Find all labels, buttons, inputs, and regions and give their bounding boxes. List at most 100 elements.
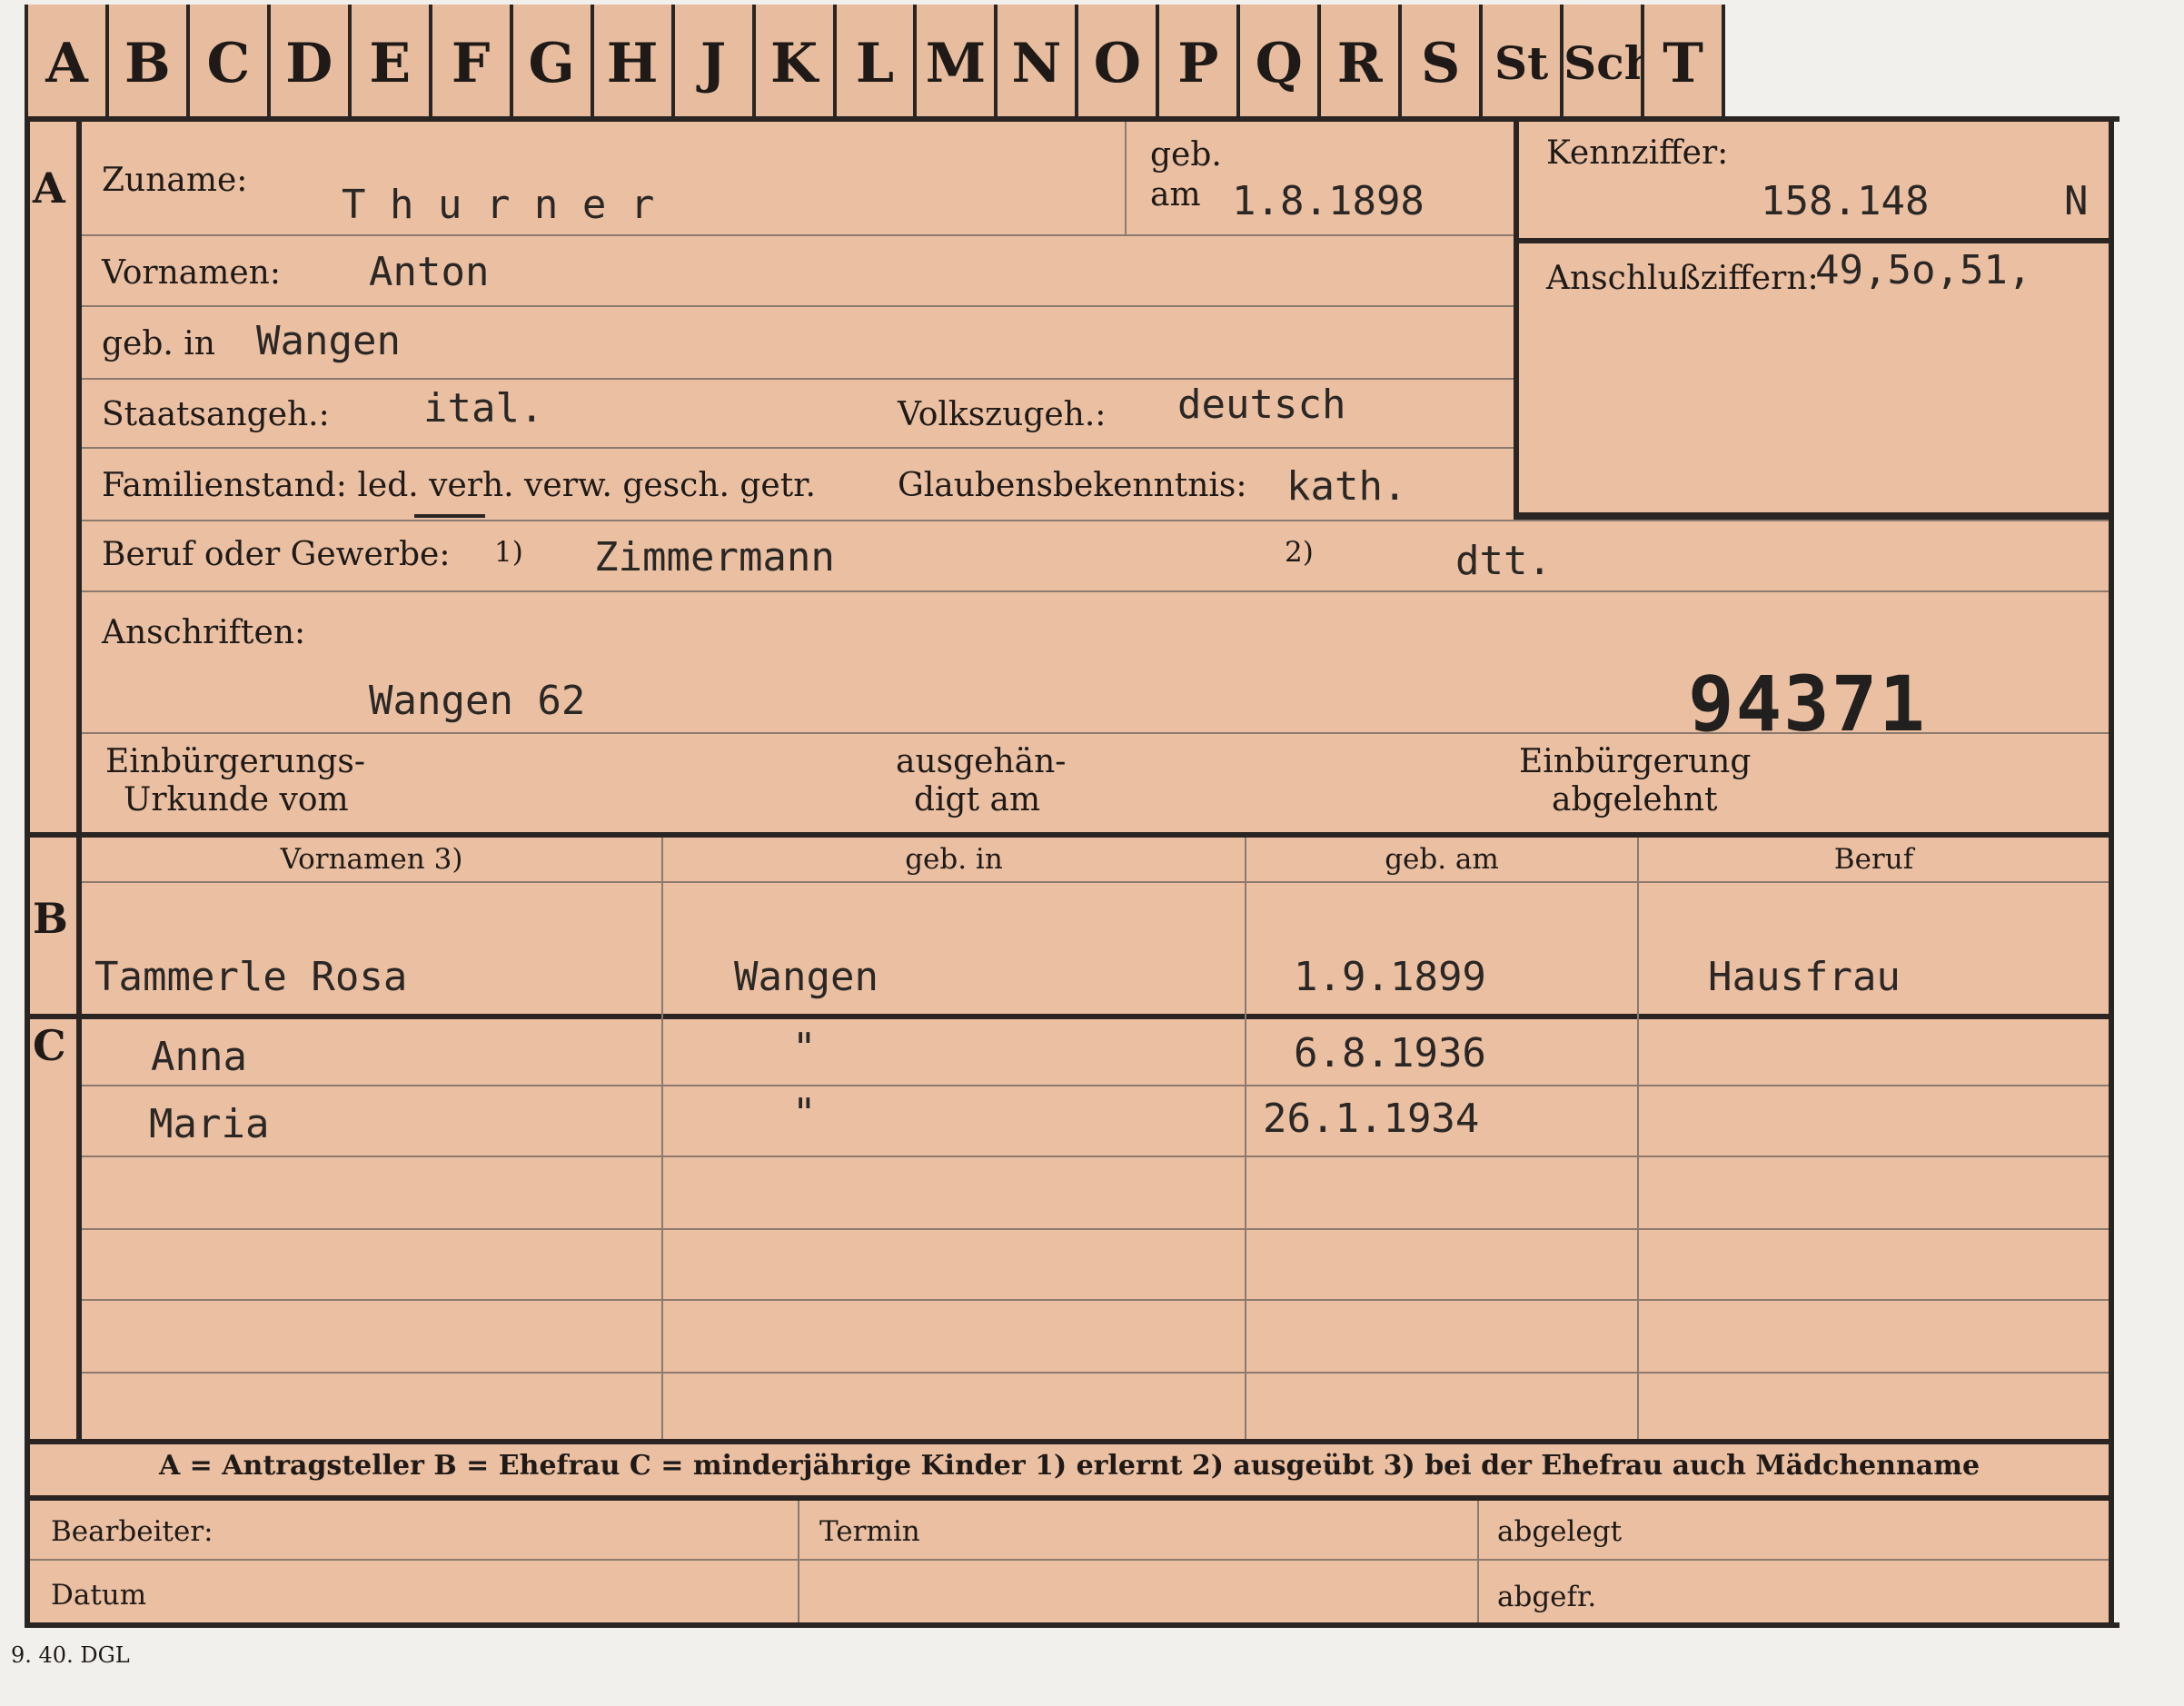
alphabet-tab-letter: St — [1494, 36, 1549, 90]
alphabet-tab-letter: C — [206, 32, 251, 95]
beruf-footnote-2: 2) — [1285, 536, 1314, 569]
section-letter-a: A — [33, 164, 65, 213]
alphabet-tab-letter: J — [700, 32, 727, 95]
kennziffer-suffix: N — [2064, 178, 2089, 224]
table-header-vornamen: Vornamen 3) — [280, 843, 463, 876]
einbuergerungs-label-1: Einbürgerungs- — [105, 743, 366, 780]
anschriften-label: Anschriften: — [102, 614, 306, 651]
alphabet-tab-letter: N — [1011, 32, 1062, 95]
familienstand-underline — [414, 514, 485, 518]
einbuergerung-abgelehnt-label-2: abgelehnt — [1552, 781, 1718, 818]
alphabet-tab-t[interactable]: T — [1641, 5, 1722, 117]
abgelegt-label: abgelegt — [1497, 1515, 1623, 1548]
alphabet-tab-g[interactable]: G — [509, 5, 591, 117]
zuname-label: Zuname: — [102, 162, 248, 199]
alphabet-tab-letter: R — [1336, 32, 1383, 95]
anschlussziffern-value: 49,5o,51, — [1815, 247, 2032, 293]
table-header-beruf: Beruf — [1833, 843, 1914, 876]
anschlussziffern-label: Anschlußziffern: — [1546, 260, 1819, 297]
zuname-value: T h u r n e r — [342, 182, 655, 228]
am-label: am — [1150, 176, 1201, 213]
child-name: Anna — [151, 1034, 247, 1080]
beruf-label: Beruf oder Gewerbe: — [102, 536, 451, 573]
alphabet-tab-f[interactable]: F — [428, 5, 510, 117]
anschrift-value: Wangen 62 — [369, 678, 586, 724]
alphabet-tab-e[interactable]: E — [347, 5, 429, 117]
alphabet-tab-p[interactable]: P — [1156, 5, 1237, 117]
familienstand-label: Familienstand: led. verh. verw. gesch. g… — [102, 467, 816, 504]
ausgehaendigt-label-2: digt am — [914, 781, 1041, 818]
child-name: Maria — [149, 1101, 270, 1147]
alphabet-tab-st[interactable]: St — [1479, 5, 1561, 117]
alphabet-tab-letter: A — [45, 32, 88, 95]
table-header-geb-in: geb. in — [905, 843, 1003, 876]
alphabet-tab-b[interactable]: B — [104, 5, 186, 117]
alphabet-tab-h[interactable]: H — [590, 5, 671, 117]
birth-date-value: 1.8.1898 — [1232, 178, 1425, 224]
beruf-value-2: dtt. — [1455, 538, 1552, 584]
volkszugeh-label: Volkszugeh.: — [898, 396, 1107, 433]
alphabet-tab-c[interactable]: C — [185, 5, 267, 117]
bearbeiter-label: Bearbeiter: — [51, 1515, 213, 1548]
alphabet-tab-letter: S — [1420, 32, 1461, 95]
child-birthdate: 6.8.1936 — [1294, 1030, 1486, 1076]
alphabet-tab-letter: O — [1093, 32, 1141, 95]
spouse-name: Tammerle Rosa — [94, 954, 408, 1000]
staatsangeh-value: ital. — [423, 385, 544, 431]
ausgehaendigt-label-1: ausgehän- — [896, 743, 1067, 780]
alphabet-tab-q[interactable]: Q — [1236, 5, 1318, 117]
vornamen-label: Vornamen: — [102, 254, 281, 292]
kennziffer-value: 158.148 — [1761, 178, 1930, 224]
kennziffer-label: Kennziffer: — [1546, 134, 1729, 172]
einbuergerungs-label-2: Urkunde vom — [124, 781, 349, 818]
beruf-footnote-1: 1) — [494, 536, 523, 569]
abgefr-label: abgefr. — [1497, 1581, 1597, 1613]
section-letter-c: C — [33, 1021, 66, 1070]
spouse-birthplace: Wangen — [734, 954, 879, 1000]
alphabet-tab-letter: P — [1177, 32, 1219, 95]
child-birthdate: 26.1.1934 — [1263, 1096, 1480, 1142]
alphabet-tab-l[interactable]: L — [832, 5, 914, 117]
termin-label: Termin — [819, 1515, 920, 1548]
alphabet-tab-o[interactable]: O — [1075, 5, 1157, 117]
legend-text: A = Antragsteller B = Ehefrau C = minder… — [158, 1450, 1980, 1482]
glaubens-label: Glaubensbekenntnis: — [898, 467, 1247, 504]
alphabet-tab-letter: T — [1663, 32, 1703, 95]
alphabet-tab-letter: K — [769, 32, 819, 95]
alphabet-tab-letter: L — [855, 32, 895, 95]
alphabet-tab-letter: D — [285, 32, 333, 95]
alphabet-tab-letter: Q — [1255, 32, 1303, 95]
alphabet-tab-k[interactable]: K — [751, 5, 833, 117]
spouse-occupation: Hausfrau — [1708, 954, 1901, 1000]
datum-label: Datum — [51, 1579, 147, 1612]
alphabet-tab-s[interactable]: S — [1398, 5, 1480, 117]
alphabet-tab-letter: B — [124, 32, 171, 95]
alphabet-tab-letter: M — [925, 32, 987, 95]
print-code: 9. 40. DGL — [11, 1642, 130, 1668]
geb-in-value: Wangen — [256, 318, 401, 364]
glaubens-value: kath. — [1286, 463, 1407, 510]
alphabet-tab-a[interactable]: A — [25, 5, 105, 117]
alphabet-tab-n[interactable]: N — [994, 5, 1076, 117]
geb-in-label: geb. in — [102, 325, 215, 362]
alphabet-tab-d[interactable]: D — [266, 5, 348, 117]
alphabet-tab-letter: G — [528, 32, 575, 95]
alphabet-tab-letter: F — [451, 32, 491, 95]
alphabet-tab-strip: A B C D E F G H J K L M N O P Q R S St Sch T — [25, 5, 1725, 117]
vornamen-value: Anton — [369, 249, 490, 295]
section-letter-b: B — [33, 894, 68, 943]
child-birthplace: " — [792, 1090, 817, 1136]
geb-label: geb. — [1150, 136, 1222, 174]
stamp-number: 94371 — [1688, 660, 1927, 749]
alphabet-tab-r[interactable]: R — [1317, 5, 1399, 117]
einbuergerung-abgelehnt-label-1: Einbürgerung — [1519, 743, 1752, 780]
alphabet-tab-j[interactable]: J — [670, 5, 752, 117]
alphabet-tab-letter: H — [606, 32, 659, 95]
table-header-geb-am: geb. am — [1385, 843, 1499, 876]
volkszugeh-value: deutsch — [1177, 382, 1346, 428]
alphabet-tab-m[interactable]: M — [913, 5, 995, 117]
alphabet-tab-sch[interactable]: Sch — [1560, 5, 1657, 117]
beruf-value-1: Zimmermann — [594, 534, 835, 580]
alphabet-tab-letter: Sch — [1564, 36, 1657, 90]
child-birthplace: " — [792, 1025, 817, 1071]
